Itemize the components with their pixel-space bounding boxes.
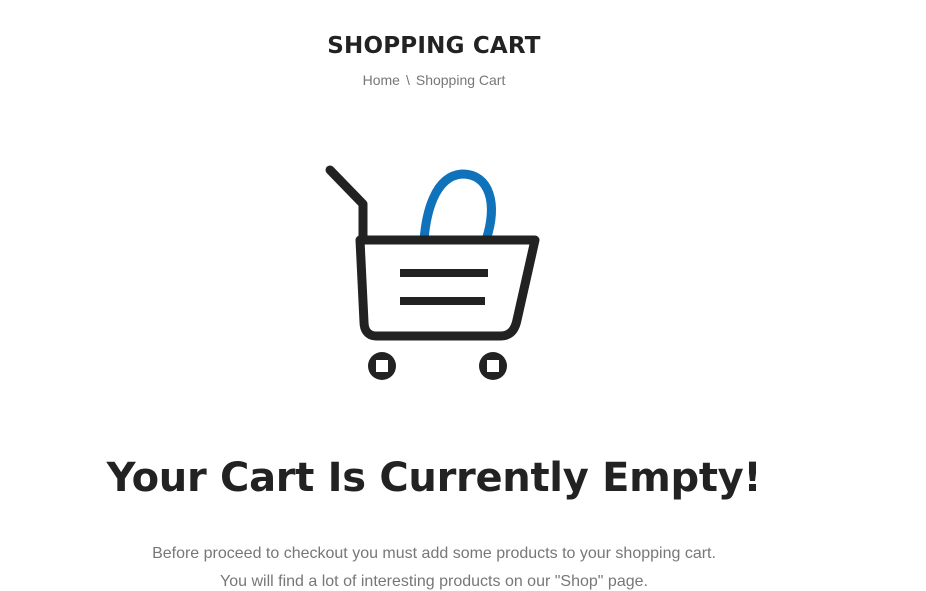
page-header: SHOPPING CART Home \ Shopping Cart	[0, 30, 868, 89]
cart-handle	[325, 165, 368, 243]
breadcrumb-separator: \	[405, 72, 410, 88]
empty-cart-message-line-1: Before proceed to checkout you must add …	[152, 545, 716, 562]
breadcrumb-current: Shopping Cart	[415, 72, 506, 88]
breadcrumb: Home \ Shopping Cart	[0, 71, 868, 89]
empty-cart-message-line-2: You will find a lot of interesting produ…	[220, 573, 648, 590]
breadcrumb-home-link[interactable]: Home	[363, 72, 400, 88]
empty-cart-heading: Your Cart Is Currently Empty!	[106, 455, 762, 501]
bag-handle-icon	[419, 169, 496, 245]
empty-cart-message: Before proceed to checkout you must add …	[0, 540, 868, 591]
empty-cart-icon	[325, 165, 540, 380]
page-title: SHOPPING CART	[327, 33, 541, 59]
cart-basket	[355, 235, 540, 341]
